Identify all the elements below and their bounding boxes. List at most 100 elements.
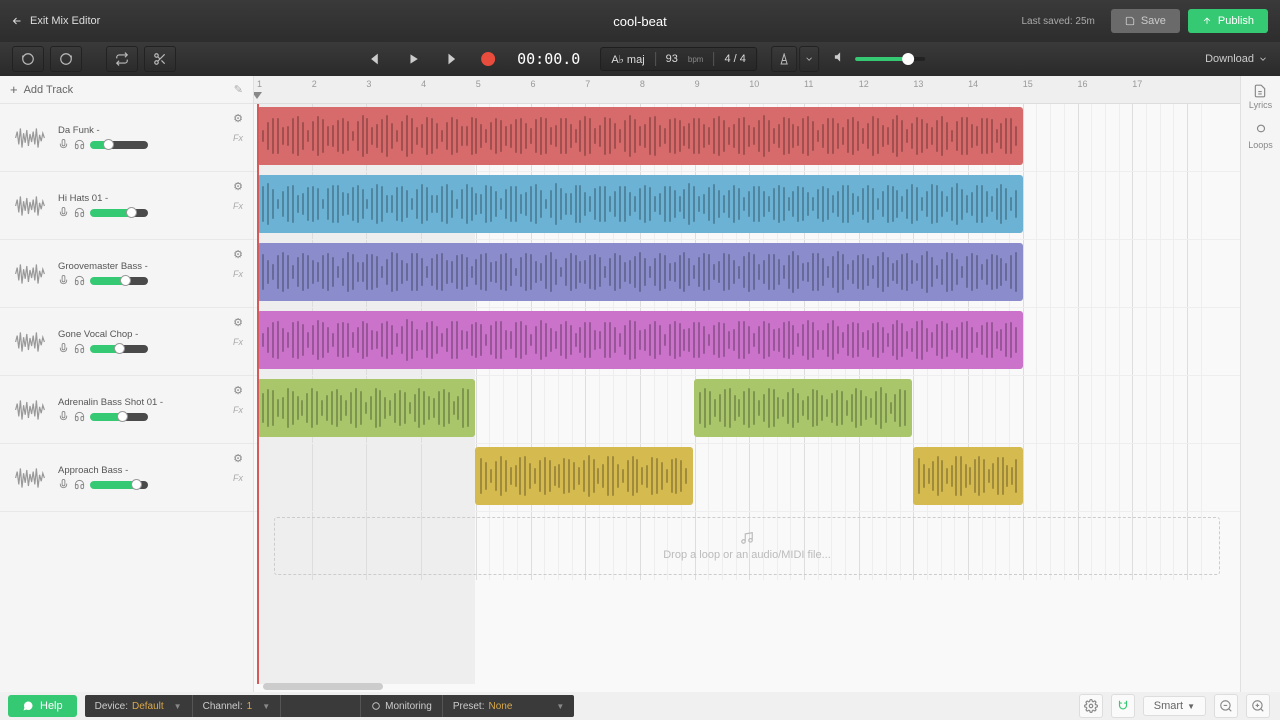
track-settings-button[interactable]: ⚙	[233, 112, 243, 125]
ruler-mark: 4	[421, 79, 426, 89]
track-header[interactable]: Adrenalin Bass Shot 01 - ⚙ Fx	[0, 376, 253, 444]
publish-button[interactable]: Publish	[1188, 9, 1268, 33]
playhead-line[interactable]	[257, 104, 259, 684]
zoom-in-button[interactable]	[1246, 694, 1270, 718]
track-fx-button[interactable]: Fx	[233, 269, 243, 279]
track-settings-button[interactable]: ⚙	[233, 180, 243, 193]
track-settings-button[interactable]: ⚙	[233, 248, 243, 261]
snap-mode-selector[interactable]: Smart▼	[1143, 696, 1206, 716]
timeline-ruler[interactable]: 1234567891011121314151617	[254, 76, 1240, 104]
chevron-down-icon	[1258, 54, 1268, 64]
track-lane[interactable]	[254, 376, 1240, 444]
solo-icon[interactable]	[74, 139, 85, 150]
record-icon	[481, 52, 495, 66]
channel-selector[interactable]: Channel: 1 ▼	[193, 695, 282, 717]
skip-back-button[interactable]	[355, 46, 391, 72]
music-note-icon	[740, 531, 754, 545]
song-info-panel[interactable]: A♭ maj 93 bpm 4 / 4	[600, 47, 757, 71]
track-volume-slider[interactable]	[90, 345, 148, 353]
track-lane[interactable]	[254, 172, 1240, 240]
solo-icon[interactable]	[74, 343, 85, 354]
track-settings-button[interactable]: ⚙	[233, 452, 243, 465]
audio-clip[interactable]	[257, 107, 1023, 165]
audio-clip[interactable]	[475, 447, 693, 505]
master-volume-knob[interactable]	[902, 53, 914, 65]
track-header[interactable]: Groovemaster Bass - ⚙ Fx	[0, 240, 253, 308]
track-lane[interactable]	[254, 240, 1240, 308]
track-header[interactable]: Da Funk - ⚙ Fx	[0, 104, 253, 172]
monitoring-toggle[interactable]: Monitoring	[361, 695, 443, 717]
device-selector[interactable]: Device: Default ▼	[85, 695, 193, 717]
track-volume-slider[interactable]	[90, 209, 148, 217]
mute-icon[interactable]	[58, 411, 69, 422]
mute-icon[interactable]	[58, 275, 69, 286]
audio-clip[interactable]	[913, 447, 1023, 505]
help-button[interactable]: Help	[8, 695, 77, 717]
track-name: Da Funk -	[58, 125, 245, 136]
audio-clip[interactable]	[257, 379, 475, 437]
track-volume-slider[interactable]	[90, 141, 148, 149]
track-fx-button[interactable]: Fx	[233, 133, 243, 143]
right-sidebar: Lyrics Loops	[1240, 76, 1280, 692]
undo-button[interactable]	[12, 46, 44, 72]
track-fx-button[interactable]: Fx	[233, 201, 243, 211]
master-volume-slider[interactable]	[855, 57, 925, 61]
dropzone-track[interactable]: Drop a loop or an audio/MIDI file...	[254, 512, 1240, 580]
automation-toggle[interactable]: ✎	[234, 83, 243, 96]
mute-icon[interactable]	[58, 207, 69, 218]
track-lane[interactable]	[254, 104, 1240, 172]
audio-clip[interactable]	[257, 175, 1023, 233]
track-volume-slider[interactable]	[90, 413, 148, 421]
mute-icon[interactable]	[58, 139, 69, 150]
save-button[interactable]: Save	[1111, 9, 1180, 33]
track-volume-slider[interactable]	[90, 481, 148, 489]
ruler-mark: 17	[1132, 79, 1142, 89]
exit-mix-editor-link[interactable]: Exit Mix Editor	[12, 15, 100, 27]
track-header[interactable]: Gone Vocal Chop - ⚙ Fx	[0, 308, 253, 376]
ruler-mark: 1	[257, 79, 262, 89]
track-settings-button[interactable]: ⚙	[233, 384, 243, 397]
settings-button[interactable]	[1079, 694, 1103, 718]
download-button[interactable]: Download	[1205, 53, 1268, 65]
redo-button[interactable]	[50, 46, 82, 72]
play-button[interactable]	[395, 46, 431, 72]
solo-icon[interactable]	[74, 207, 85, 218]
track-lane[interactable]	[254, 308, 1240, 376]
audio-clip[interactable]	[257, 243, 1023, 301]
track-type-icon	[8, 456, 52, 500]
zoom-out-button[interactable]	[1214, 694, 1238, 718]
magnet-button[interactable]	[1111, 694, 1135, 718]
track-header[interactable]: Approach Bass - ⚙ Fx	[0, 444, 253, 512]
mute-icon[interactable]	[58, 343, 69, 354]
chat-icon	[22, 700, 34, 712]
solo-icon[interactable]	[74, 275, 85, 286]
track-volume-slider[interactable]	[90, 277, 148, 285]
solo-icon[interactable]	[74, 479, 85, 490]
loops-panel-button[interactable]: Loops	[1248, 124, 1273, 150]
track-header[interactable]: Hi Hats 01 - ⚙ Fx	[0, 172, 253, 240]
track-fx-button[interactable]: Fx	[233, 473, 243, 483]
audio-clip[interactable]	[257, 311, 1023, 369]
preset-selector[interactable]: Preset: None ▼	[443, 695, 575, 717]
audio-clip[interactable]	[694, 379, 912, 437]
mute-icon[interactable]	[58, 479, 69, 490]
track-fx-button[interactable]: Fx	[233, 337, 243, 347]
loop-button[interactable]	[106, 46, 138, 72]
lyrics-panel-button[interactable]: Lyrics	[1249, 84, 1272, 110]
horizontal-scrollbar[interactable]	[263, 683, 383, 690]
track-fx-button[interactable]: Fx	[233, 405, 243, 415]
track-settings-button[interactable]: ⚙	[233, 316, 243, 329]
solo-icon[interactable]	[74, 411, 85, 422]
timeline-area[interactable]: 1234567891011121314151617 Drop a loop or…	[254, 76, 1240, 692]
volume-icon	[833, 50, 847, 69]
track-type-icon	[8, 116, 52, 160]
metronome-options-button[interactable]	[799, 46, 819, 72]
metronome-button[interactable]	[771, 46, 797, 72]
ruler-mark: 11	[804, 79, 813, 89]
record-button[interactable]	[475, 46, 501, 72]
playhead-indicator[interactable]	[254, 92, 262, 99]
track-lane[interactable]	[254, 444, 1240, 512]
add-track-button[interactable]: + Add Track	[10, 82, 73, 97]
cut-button[interactable]	[144, 46, 176, 72]
skip-forward-button[interactable]	[435, 46, 471, 72]
